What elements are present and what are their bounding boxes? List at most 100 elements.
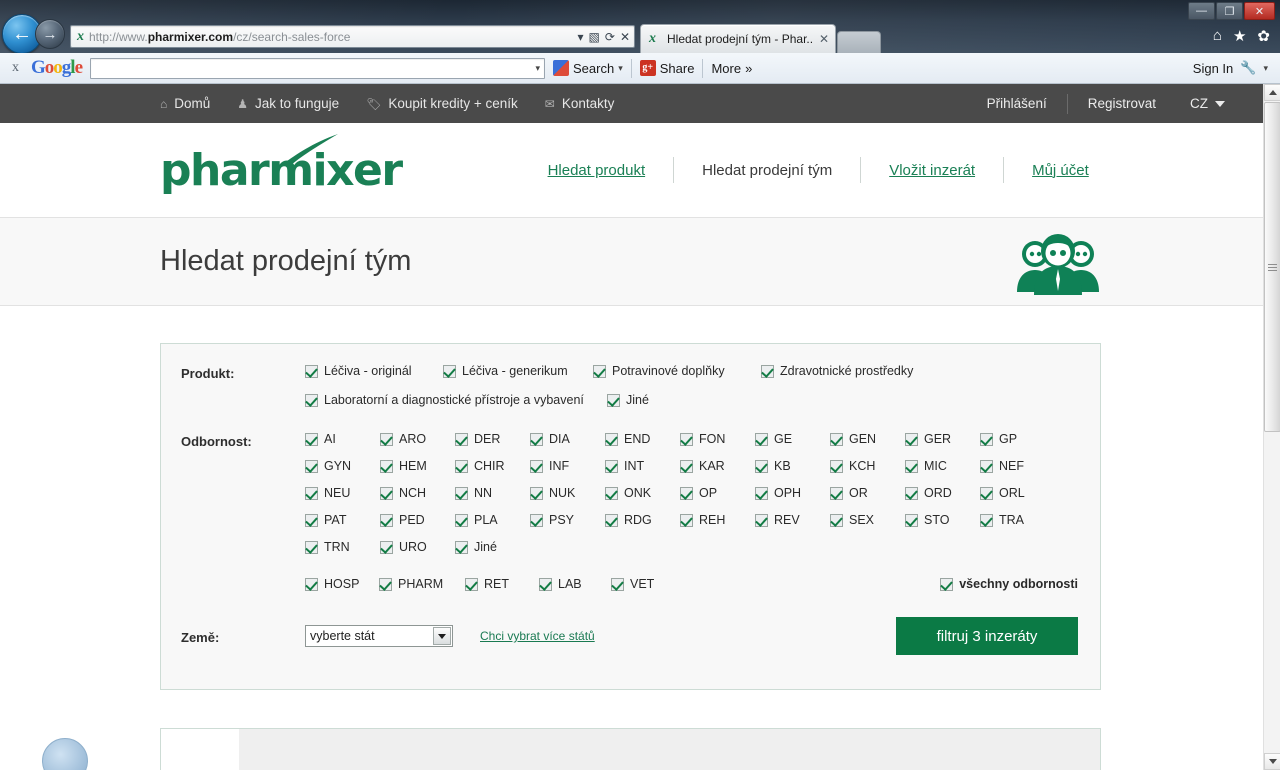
checkbox-box-icon[interactable] <box>605 432 618 446</box>
checkbox-specialty-nuk[interactable]: NUK <box>530 486 605 500</box>
checkbox-specialty-inf[interactable]: INF <box>530 459 605 473</box>
google-search-button[interactable]: Search ▾ <box>553 60 623 76</box>
nav-link-search-sales-team[interactable]: Hledat prodejní tým <box>674 162 860 179</box>
checkbox-box-icon[interactable] <box>305 432 318 446</box>
scroll-down-button[interactable] <box>1264 753 1280 770</box>
register-link[interactable]: Registrovat <box>1068 96 1176 111</box>
checkbox-box-icon[interactable] <box>755 486 768 500</box>
checkbox-box-icon[interactable] <box>305 540 318 554</box>
browser-tab[interactable]: x Hledat prodejní tým - Phar... ✕ <box>640 24 836 53</box>
checkbox-box-icon[interactable] <box>380 432 393 446</box>
checkbox-specialty-gen[interactable]: GEN <box>830 432 905 446</box>
checkbox-specialty-neu[interactable]: NEU <box>305 486 380 500</box>
checkbox-specialty-kar[interactable]: KAR <box>680 459 755 473</box>
top-nav-item-buy-credits[interactable]: 🏷 Koupit kredity + ceník <box>366 96 518 111</box>
checkbox-specialty-end[interactable]: END <box>605 432 680 446</box>
checkbox-specialty-trn[interactable]: TRN <box>305 540 380 554</box>
checkbox-box-icon[interactable] <box>593 364 606 378</box>
wrench-settings-icon[interactable]: 🔧 <box>1240 60 1256 76</box>
forward-button[interactable]: → <box>35 19 65 49</box>
address-dropdown-icon[interactable]: ▾ <box>578 30 584 44</box>
checkbox-product-medical-devices[interactable]: Zdravotnické prostředky <box>761 364 913 378</box>
search-history-caret-icon[interactable]: ▾ <box>535 63 540 74</box>
checkbox-specialty-sex[interactable]: SEX <box>830 513 905 527</box>
address-bar[interactable]: x http://www.pharmixer.com/cz/search-sal… <box>70 25 635 48</box>
checkbox-specialty-rev[interactable]: REV <box>755 513 830 527</box>
checkbox-box-icon[interactable] <box>755 513 768 527</box>
checkbox-product-lab-equipment[interactable]: Laboratorní a diagnostické přístroje a v… <box>305 393 607 407</box>
new-tab-button[interactable] <box>837 31 881 53</box>
checkbox-box-icon[interactable] <box>305 486 318 500</box>
checkbox-product-supplements[interactable]: Potravinové doplňky <box>593 364 761 378</box>
checkbox-box-icon[interactable] <box>443 364 456 378</box>
checkbox-specialty-nch[interactable]: NCH <box>380 486 455 500</box>
checkbox-box-icon[interactable] <box>905 513 918 527</box>
settings-caret-icon[interactable]: ▾ <box>1263 63 1268 74</box>
checkbox-box-icon[interactable] <box>455 432 468 446</box>
checkbox-box-icon[interactable] <box>605 513 618 527</box>
more-countries-link[interactable]: Chci vybrat více států <box>480 629 595 643</box>
checkbox-box-icon[interactable] <box>380 486 393 500</box>
checkbox-specialty-ger[interactable]: GER <box>905 432 980 446</box>
checkbox-box-icon[interactable] <box>305 393 318 407</box>
checkbox-specialty-der[interactable]: DER <box>455 432 530 446</box>
close-window-button[interactable]: ✕ <box>1244 2 1275 20</box>
chat-widget-bubble[interactable] <box>42 738 88 770</box>
checkbox-specialty-onk[interactable]: ONK <box>605 486 680 500</box>
checkbox-specialty-nn[interactable]: NN <box>455 486 530 500</box>
checkbox-box-icon[interactable] <box>761 364 774 378</box>
checkbox-specialty-op[interactable]: OP <box>680 486 755 500</box>
checkbox-box-icon[interactable] <box>830 513 843 527</box>
checkbox-specialty-int[interactable]: INT <box>605 459 680 473</box>
checkbox-specialty-kch[interactable]: KCH <box>830 459 905 473</box>
brand-logo[interactable]: pharmixer <box>160 133 403 196</box>
checkbox-specialty-uro[interactable]: URO <box>380 540 455 554</box>
checkbox-box-icon[interactable] <box>530 459 543 473</box>
checkbox-specialty-oph[interactable]: OPH <box>755 486 830 500</box>
google-search-input[interactable] <box>95 60 536 76</box>
checkbox-box-icon[interactable] <box>830 459 843 473</box>
checkbox-box-icon[interactable] <box>380 540 393 554</box>
checkbox-specialty-psy[interactable]: PSY <box>530 513 605 527</box>
checkbox-box-icon[interactable] <box>607 393 620 407</box>
checkbox-specialty-hosp[interactable]: HOSP <box>305 577 379 591</box>
checkbox-specialty-tra[interactable]: TRA <box>980 513 1055 527</box>
checkbox-box-icon[interactable] <box>755 459 768 473</box>
top-nav-item-contacts[interactable]: ✉ Kontakty <box>545 96 615 111</box>
checkbox-box-icon[interactable] <box>455 486 468 500</box>
nav-link-my-account[interactable]: Můj účet <box>1004 162 1117 179</box>
checkbox-specialty-ge[interactable]: GE <box>755 432 830 446</box>
tools-gear-icon[interactable]: ✿ <box>1257 27 1270 45</box>
scrollbar-thumb[interactable] <box>1264 102 1280 432</box>
top-nav-item-how-it-works[interactable]: ♟ Jak to funguje <box>237 96 339 111</box>
compatibility-view-icon[interactable]: ▧ <box>589 30 600 44</box>
checkbox-specialty-rdg[interactable]: RDG <box>605 513 680 527</box>
checkbox-box-icon[interactable] <box>455 513 468 527</box>
scroll-up-button[interactable] <box>1264 84 1280 101</box>
checkbox-box-icon[interactable] <box>680 486 693 500</box>
checkbox-specialty-mic[interactable]: MIC <box>905 459 980 473</box>
checkbox-specialty-dia[interactable]: DIA <box>530 432 605 446</box>
checkbox-all-specialties[interactable]: všechny odbornosti <box>940 577 1078 591</box>
stop-icon[interactable]: ✕ <box>620 30 630 44</box>
checkbox-specialty-hem[interactable]: HEM <box>380 459 455 473</box>
nav-link-search-product[interactable]: Hledat produkt <box>520 162 674 179</box>
checkbox-specialty-lab[interactable]: LAB <box>539 577 611 591</box>
top-nav-item-home[interactable]: ⌂ Domů <box>160 96 210 111</box>
search-options-caret-icon[interactable]: ▾ <box>618 63 623 74</box>
checkbox-specialty-sto[interactable]: STO <box>905 513 980 527</box>
checkbox-specialty-gp[interactable]: GP <box>980 432 1055 446</box>
checkbox-box-icon[interactable] <box>530 513 543 527</box>
checkbox-specialty-ai[interactable]: AI <box>305 432 380 446</box>
checkbox-specialty-aro[interactable]: ARO <box>380 432 455 446</box>
checkbox-box-icon[interactable] <box>905 459 918 473</box>
checkbox-box-icon[interactable] <box>905 432 918 446</box>
results-card-partial[interactable] <box>160 728 1101 770</box>
checkbox-specialty-pharm[interactable]: PHARM <box>379 577 465 591</box>
checkbox-specialty-reh[interactable]: REH <box>680 513 755 527</box>
checkbox-specialty-pla[interactable]: PLA <box>455 513 530 527</box>
select-dropdown-button[interactable] <box>433 627 451 645</box>
language-selector[interactable]: CZ <box>1176 96 1245 111</box>
checkbox-product-generic[interactable]: Léčiva - generikum <box>443 364 593 378</box>
checkbox-box-icon[interactable] <box>605 486 618 500</box>
